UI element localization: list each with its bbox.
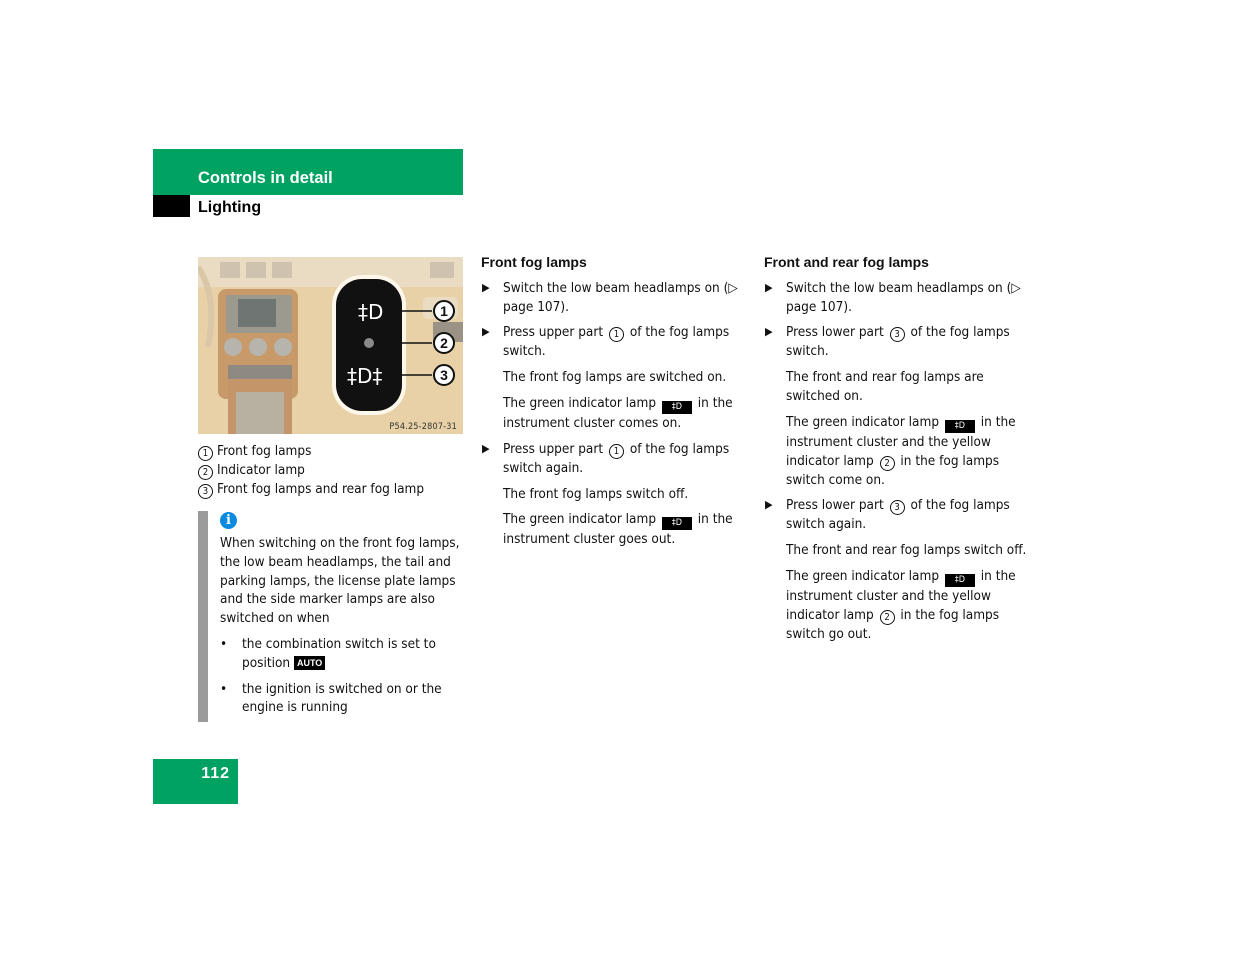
callout-3: 3 <box>440 367 448 383</box>
callout-number: 2 <box>198 465 213 480</box>
instruction-step: ▶ Switch the low beam headlamps on (▷ pag… <box>482 279 738 315</box>
subsection-marker <box>153 195 190 217</box>
legend-label: Front fog lamps and rear fog lamp <box>217 481 425 497</box>
fog-indicator-lamp-icon: ‡D <box>661 517 692 531</box>
arrow-icon: ▶ <box>765 498 773 512</box>
instruction-step: ▶ Switch the low beam headlamps on (▷ pag… <box>765 279 1021 315</box>
legend-item: 1 Front fog lamps <box>198 442 424 461</box>
section-heading: Front and rear fog lamps <box>764 254 929 270</box>
callout-number: 2 <box>879 609 895 625</box>
front-fog-lamps-section: Front fog lamps ▶ Switch the low beam hea… <box>481 253 743 556</box>
callout-number: 1 <box>198 446 213 461</box>
info-note: i When switching on the front fog lamps,… <box>198 511 466 722</box>
section-title: Controls in detail <box>198 169 333 187</box>
result-text: The green indicator lamp ‡D in the instr… <box>786 413 1016 488</box>
result-text: The front and rear fog lamps switch off. <box>786 542 1027 559</box>
note-side-bar <box>198 511 208 722</box>
result-text: The front fog lamps switch off. <box>503 485 689 502</box>
note-bullet: the combination switch is set to positio… <box>220 635 466 673</box>
callout-1: 1 <box>440 303 448 319</box>
result-text: The green indicator lamp ‡D in the instr… <box>786 567 1016 642</box>
dashboard-illustration: ‡D ‡D‡ 1 2 3 <box>198 257 463 434</box>
result-text: The green indicator lamp ‡D in the instr… <box>503 511 733 548</box>
result-text: The front and rear fog lamps are switche… <box>786 369 984 404</box>
front-fog-symbol-icon: ‡D <box>358 300 383 324</box>
legend-item: 2 Indicator lamp <box>198 461 424 480</box>
arrow-icon: ▶ <box>482 280 490 294</box>
fog-indicator-lamp-icon: ‡D <box>661 400 692 414</box>
callout-number: 1 <box>608 327 624 343</box>
result-text: The green indicator lamp ‡D in the instr… <box>503 394 733 431</box>
arrow-icon: ▶ <box>765 280 773 294</box>
legend-item: 3 Front fog lamps and rear fog lamp <box>198 480 424 499</box>
auto-badge: AUTO <box>293 655 326 670</box>
note-bullet: the ignition is switched on or the engin… <box>220 680 466 718</box>
section-heading: Front fog lamps <box>481 254 587 270</box>
callout-number: 2 <box>879 455 895 471</box>
result-text: The front fog lamps are switched on. <box>503 369 727 386</box>
callout-number: 1 <box>608 443 624 459</box>
info-icon: i <box>220 512 237 529</box>
callout-2: 2 <box>440 335 448 351</box>
callout-number: 3 <box>889 327 905 343</box>
page-number-box: 112 <box>153 759 238 804</box>
fog-indicator-lamp-icon: ‡D <box>944 419 975 433</box>
figure-legend: 1 Front fog lamps 2 Indicator lamp 3 Front … <box>198 442 424 499</box>
instruction-step: ▶ Press lower part 3 of the fog lamps swi… <box>765 497 1010 533</box>
instruction-step: ▶ Press lower part 3 of the fog lamps swi… <box>765 324 1010 360</box>
callout-number: 3 <box>889 500 905 516</box>
page-number: 112 <box>201 765 230 782</box>
front-rear-fog-lamps-section: Front and rear fog lamps ▶ Switch the low… <box>764 253 1032 651</box>
legend-label: Front fog lamps <box>217 443 312 459</box>
instruction-step: ▶ Press upper part 1 of the fog lamps swi… <box>482 324 730 360</box>
legend-label: Indicator lamp <box>217 462 305 478</box>
arrow-icon: ▶ <box>482 325 490 339</box>
fog-lamp-switch-figure: ‡D ‡D‡ 1 2 3 P54.25-2807-31 <box>198 257 463 434</box>
arrow-icon: ▶ <box>482 441 490 455</box>
arrow-icon: ▶ <box>765 325 773 339</box>
instruction-step: ▶ Press upper part 1 of the fog lamps swi… <box>482 440 730 476</box>
figure-code: P54.25-2807-31 <box>389 422 457 432</box>
callout-number: 3 <box>198 484 213 499</box>
fog-indicator-lamp-icon: ‡D <box>944 573 975 587</box>
front-rear-fog-symbol-icon: ‡D‡ <box>347 364 382 388</box>
note-intro: When switching on the front fog lamps, t… <box>220 535 460 627</box>
subsection-title: Lighting <box>198 199 262 216</box>
